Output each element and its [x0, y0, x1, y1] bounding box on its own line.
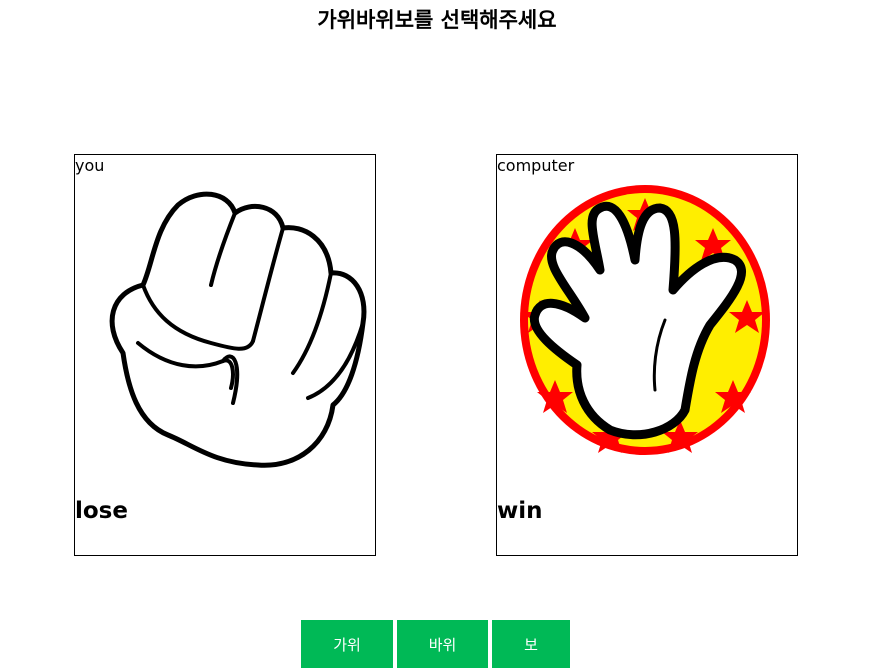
choice-button-group: 가위 바위 보: [301, 620, 570, 668]
rock-fist-icon: [109, 191, 367, 468]
rock-button[interactable]: 바위: [397, 620, 488, 668]
player-card: you lose: [74, 154, 376, 556]
computer-card: computer win: [496, 154, 798, 556]
computer-label: computer: [497, 156, 575, 175]
page-title: 가위바위보를 선택해주세요: [317, 8, 557, 32]
paper-hand-icon: [520, 185, 770, 455]
scissors-button[interactable]: 가위: [301, 620, 393, 668]
player-result: lose: [75, 498, 128, 524]
paper-button[interactable]: 보: [492, 620, 570, 668]
computer-result: win: [497, 498, 543, 524]
